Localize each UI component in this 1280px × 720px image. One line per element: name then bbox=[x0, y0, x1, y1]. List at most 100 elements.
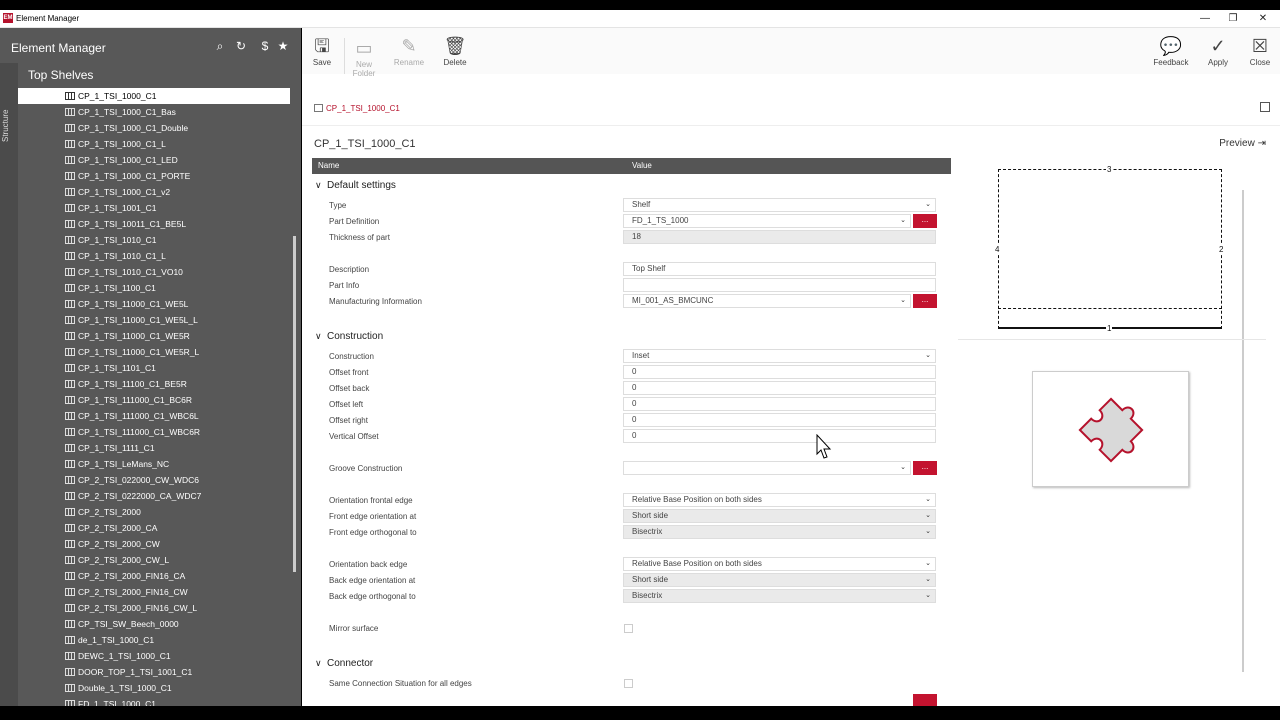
page-title: CP_1_TSI_1000_C1 bbox=[314, 138, 416, 150]
expand-icon[interactable] bbox=[1260, 102, 1270, 112]
close-button[interactable]: ☒ Close bbox=[1240, 36, 1280, 67]
main-panel: 🖫 Save ▭ New Folder ✎ Rename 🗑 Delete 💬 … bbox=[302, 28, 1280, 706]
tree-item[interactable]: CP_1_TSI_11100_C1_BE5R bbox=[18, 376, 290, 392]
tree-item[interactable]: CP_2_TSI_2000_FIN16_CA bbox=[18, 568, 290, 584]
tree-item[interactable]: CP_2_TSI_2000_CA bbox=[18, 520, 290, 536]
refresh-icon[interactable]: ↻ bbox=[233, 39, 249, 53]
tree-item[interactable]: CP_1_TSI_1111_C1 bbox=[18, 440, 290, 456]
tree-item[interactable]: CP_1_TSI_11000_C1_WE5R bbox=[18, 328, 290, 344]
delete-button[interactable]: 🗑 Delete bbox=[435, 36, 475, 67]
value: Inset bbox=[632, 351, 650, 360]
back-orth-select[interactable]: Bisectrix ⌄ bbox=[623, 589, 936, 603]
preview-button[interactable]: Preview ⇥ bbox=[1219, 138, 1266, 149]
orient-back-select[interactable]: Relative Base Position on both sides ⌄ bbox=[623, 557, 936, 571]
tree-item-label: CP_2_TSI_2000_CA bbox=[78, 523, 158, 533]
tree-item[interactable]: CP_1_TSI_1000_C1_LED bbox=[18, 152, 290, 168]
tree-item[interactable]: CP_2_TSI_0222000_CA_WDC7 bbox=[18, 488, 290, 504]
element-icon bbox=[65, 556, 75, 564]
tree-item[interactable]: CP_1_TSI_1000_C1_L bbox=[18, 136, 290, 152]
section-construction[interactable]: ∨ Construction bbox=[315, 331, 383, 342]
close-window-button[interactable]: ✕ bbox=[1248, 12, 1278, 26]
search-icon[interactable]: ⌕ bbox=[212, 39, 228, 54]
left-panel: Element Manager ⌕ ↻ $ ★ Structure Top Sh… bbox=[0, 28, 301, 706]
label-orient-front: Orientation frontal edge bbox=[329, 496, 413, 505]
section-default-settings[interactable]: ∨ Default settings bbox=[315, 180, 396, 191]
tree-scrollbar[interactable] bbox=[293, 236, 296, 572]
tree-item-label: CP_2_TSI_2000_FIN16_CA bbox=[78, 571, 186, 581]
element-icon bbox=[65, 284, 75, 292]
label-same-connection: Same Connection Situation for all edges bbox=[329, 679, 472, 688]
tree-item[interactable]: CP_1_TSI_11000_C1_WE5R_L bbox=[18, 344, 290, 360]
groove-browse-button[interactable]: ... bbox=[913, 461, 937, 475]
tree-item[interactable]: CP_2_TSI_2000_CW_L bbox=[18, 552, 290, 568]
minimize-button[interactable]: — bbox=[1190, 12, 1220, 26]
manufacturing-browse-button[interactable]: ... bbox=[913, 294, 937, 308]
offset-right-input[interactable]: 0 bbox=[623, 413, 936, 427]
type-select[interactable]: Shelf ⌄ bbox=[623, 198, 936, 212]
tree-item[interactable]: CP_1_TSI_1010_C1_VO10 bbox=[18, 264, 290, 280]
element-image bbox=[1032, 371, 1189, 487]
orient-front-select[interactable]: Relative Base Position on both sides ⌄ bbox=[623, 493, 936, 507]
tree-item[interactable]: Double_1_TSI_1000_C1 bbox=[18, 680, 290, 696]
groove-select[interactable]: ⌄ bbox=[623, 461, 911, 475]
new-folder-button[interactable]: ▭ New Folder bbox=[344, 38, 384, 78]
dollar-icon[interactable]: $ bbox=[257, 39, 273, 53]
construction-select[interactable]: Inset ⌄ bbox=[623, 349, 936, 363]
tree-item[interactable]: CP_1_TSI_11000_C1_WE5L bbox=[18, 296, 290, 312]
mirror-checkbox[interactable] bbox=[624, 624, 633, 633]
tree-item[interactable]: CP_2_TSI_022000_CW_WDC6 bbox=[18, 472, 290, 488]
connector-browse-button[interactable] bbox=[913, 694, 937, 706]
element-icon bbox=[65, 572, 75, 580]
apply-button[interactable]: ✓ Apply bbox=[1198, 36, 1238, 67]
tree-item[interactable]: CP_1_TSI_111000_C1_WBC6R bbox=[18, 424, 290, 440]
section-connector[interactable]: ∨ Connector bbox=[315, 658, 373, 669]
same-connection-checkbox[interactable] bbox=[624, 679, 633, 688]
toolbar: 🖫 Save ▭ New Folder ✎ Rename 🗑 Delete 💬 … bbox=[302, 28, 1280, 78]
offset-left-input[interactable]: 0 bbox=[623, 397, 936, 411]
rename-button[interactable]: ✎ Rename bbox=[389, 36, 429, 67]
tree-item[interactable]: CP_1_TSI_1100_C1 bbox=[18, 280, 290, 296]
front-orient-at-select[interactable]: Short side ⌄ bbox=[623, 509, 936, 523]
tree-item[interactable]: CP_2_TSI_2000_FIN16_CW_L bbox=[18, 600, 290, 616]
tree-item[interactable]: FD_1_TSI_1000_C1 bbox=[18, 696, 290, 706]
front-orth-select[interactable]: Bisectrix ⌄ bbox=[623, 525, 936, 539]
tree-item[interactable]: CP_2_TSI_2000_CW bbox=[18, 536, 290, 552]
tree-item[interactable]: CP_1_TSI_10011_C1_BE5L bbox=[18, 216, 290, 232]
tree-item[interactable]: CP_1_TSI_1001_C1 bbox=[18, 200, 290, 216]
grid-scrollbar[interactable] bbox=[1242, 190, 1244, 672]
star-icon[interactable]: ★ bbox=[275, 39, 291, 53]
vertical-offset-input[interactable]: 0 bbox=[623, 429, 936, 443]
tree-item[interactable]: DOOR_TOP_1_TSI_1001_C1 bbox=[18, 664, 290, 680]
tree-item[interactable]: CP_1_TSI_11000_C1_WE5L_L bbox=[18, 312, 290, 328]
tree-item[interactable]: CP_1_TSI_1000_C1_v2 bbox=[18, 184, 290, 200]
tree-item[interactable]: CP_1_TSI_LeMans_NC bbox=[18, 456, 290, 472]
description-input[interactable]: Top Shelf bbox=[623, 262, 936, 276]
part-definition-select[interactable]: FD_1_TS_1000 ⌄ bbox=[623, 214, 911, 228]
part-info-input[interactable] bbox=[623, 278, 936, 292]
tree-item[interactable]: CP_1_TSI_1010_C1_L bbox=[18, 248, 290, 264]
tree-item[interactable]: DEWC_1_TSI_1000_C1 bbox=[18, 648, 290, 664]
breadcrumb[interactable]: CP_1_TSI_1000_C1 bbox=[314, 104, 400, 113]
tree-item[interactable]: de_1_TSI_1000_C1 bbox=[18, 632, 290, 648]
tree-item[interactable]: CP_2_TSI_2000 bbox=[18, 504, 290, 520]
tree-item[interactable]: CP_1_TSI_1000_C1_PORTE bbox=[18, 168, 290, 184]
tab-structure[interactable]: Structure bbox=[1, 103, 17, 149]
part-definition-browse-button[interactable]: ... bbox=[913, 214, 937, 228]
tree-item[interactable]: CP_1_TSI_1000_C1_Double bbox=[18, 120, 290, 136]
maximize-button[interactable]: ❐ bbox=[1218, 12, 1248, 26]
back-orient-at-select[interactable]: Short side ⌄ bbox=[623, 573, 936, 587]
tree-item[interactable]: CP_1_TSI_111000_C1_WBC6L bbox=[18, 408, 290, 424]
offset-front-input[interactable]: 0 bbox=[623, 365, 936, 379]
tree-item-label: CP_1_TSI_10011_C1_BE5L bbox=[78, 219, 187, 229]
tree-item[interactable]: CP_1_TSI_1101_C1 bbox=[18, 360, 290, 376]
save-button[interactable]: 🖫 Save bbox=[302, 36, 342, 67]
offset-back-input[interactable]: 0 bbox=[623, 381, 936, 395]
tree-item[interactable]: CP_1_TSI_1000_C1 bbox=[18, 88, 290, 104]
tree-item[interactable]: CP_2_TSI_2000_FIN16_CW bbox=[18, 584, 290, 600]
feedback-button[interactable]: 💬 Feedback bbox=[1151, 36, 1191, 67]
tree-item[interactable]: CP_TSI_SW_Beech_0000 bbox=[18, 616, 290, 632]
tree-item[interactable]: CP_1_TSI_111000_C1_BC6R bbox=[18, 392, 290, 408]
tree-item[interactable]: CP_1_TSI_1000_C1_Bas bbox=[18, 104, 290, 120]
manufacturing-select[interactable]: MI_001_AS_BMCUNC ⌄ bbox=[623, 294, 911, 308]
tree-item[interactable]: CP_1_TSI_1010_C1 bbox=[18, 232, 290, 248]
